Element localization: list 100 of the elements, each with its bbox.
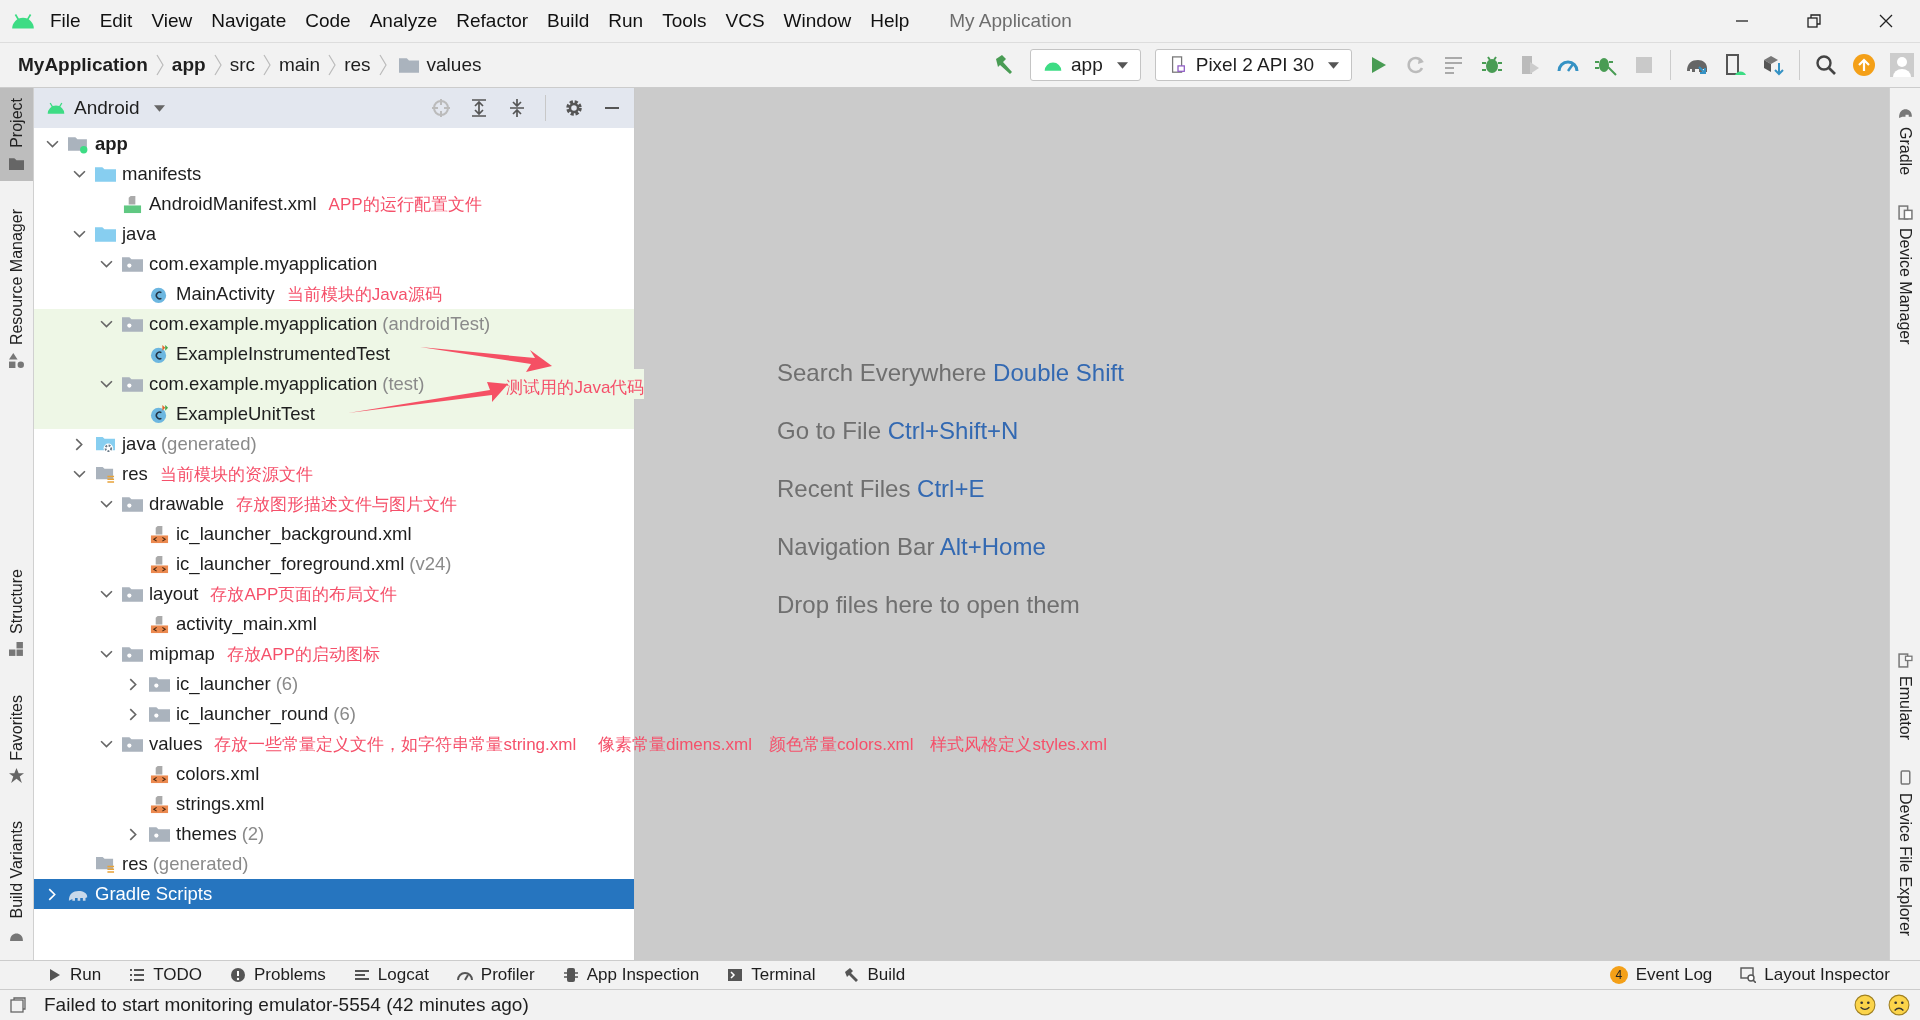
tree-item[interactable]: activity_main.xml (34, 609, 634, 639)
tree-item-label: MainActivity (176, 283, 275, 305)
view-dropdown[interactable]: Android (34, 97, 165, 119)
chevron-right-icon[interactable] (46, 887, 59, 901)
tree-item[interactable]: layout 存放APP页面的布局文件 (34, 579, 634, 609)
collapse-all-icon[interactable] (507, 98, 527, 118)
tree-item[interactable]: manifests (34, 159, 634, 189)
tool-window-tab[interactable]: Device File Explorer (1890, 763, 1920, 942)
chevron-right-icon[interactable] (127, 677, 140, 691)
menu-item[interactable]: View (151, 10, 193, 32)
inspection-icon (562, 967, 579, 983)
tree-item[interactable]: Gradle Scripts (34, 879, 634, 909)
tree-item[interactable]: res 当前模块的资源文件 (34, 459, 634, 489)
tree-item[interactable]: ic_launcher_background.xml (34, 519, 634, 549)
breadcrumb-item[interactable]: res (344, 54, 371, 76)
tree-item[interactable]: MainActivity 当前模块的Java源码 (34, 279, 634, 309)
tool-window-tab[interactable]: Favorites (0, 684, 33, 794)
tool-window-tab[interactable]: Gradle (1890, 98, 1920, 182)
tree-item[interactable]: drawable 存放图形描述文件与图片文件 (34, 489, 634, 519)
tool-window-button[interactable]: Problems (230, 965, 326, 985)
menu-item[interactable]: Window (783, 10, 852, 32)
panel-toggle-icon[interactable] (10, 997, 26, 1013)
tree-item[interactable]: ic_launcher_foreground.xml (v24) (34, 549, 634, 579)
run-configuration-dropdown[interactable]: app (1030, 49, 1141, 81)
tool-window-button[interactable]: Profiler (456, 965, 535, 985)
breadcrumb-item[interactable]: app (171, 54, 206, 76)
tool-window-tab[interactable]: Build Variants (0, 811, 33, 952)
tree-item[interactable]: AndroidManifest.xml APP的运行配置文件 (34, 189, 634, 219)
tree-item[interactable]: themes (2) (34, 819, 634, 849)
tree-item-label: manifests (122, 163, 202, 185)
layout-inspector-icon (1740, 967, 1757, 983)
device-dropdown[interactable]: Pixel 2 API 30 (1154, 49, 1352, 81)
resource-folder-icon (95, 464, 116, 484)
tree-item[interactable]: com.example.myapplication (34, 249, 634, 279)
menu-item[interactable]: Navigate (211, 10, 287, 32)
menu-item[interactable]: Build (547, 10, 590, 32)
breadcrumb-item[interactable]: main (278, 54, 321, 76)
package-folder-icon (122, 494, 143, 514)
settings-icon[interactable] (564, 98, 584, 118)
chevron-right-icon[interactable] (127, 707, 140, 721)
build-icon (843, 967, 860, 983)
menu-item[interactable]: Tools (662, 10, 707, 32)
breadcrumb-item[interactable]: MyApplication (18, 54, 148, 76)
menu-item[interactable]: Code (305, 10, 351, 32)
menu-item[interactable]: Analyze (369, 10, 438, 32)
tool-window-button[interactable]: Layout Inspector (1740, 965, 1890, 985)
package-folder-icon (122, 584, 143, 604)
tree-item[interactable]: java (generated) (34, 429, 634, 459)
tool-window-button[interactable]: App Inspection (562, 965, 700, 985)
sad-face-icon[interactable] (1888, 994, 1910, 1016)
phone-android-icon[interactable] (1723, 53, 1747, 77)
tree-item[interactable]: values 存放一些常量定义文件，如字符串常量string.xml 像素常量dimens.xml 颜色常量colors.xml 样式风格定义styles.xml (34, 729, 1108, 759)
menu-item[interactable]: Edit (99, 10, 133, 32)
menu-item[interactable]: Run (608, 10, 644, 32)
tool-window-button[interactable]: Terminal (727, 965, 816, 985)
tree-item-label: ExampleInstrumentedTest (176, 343, 390, 365)
expand-all-icon[interactable] (469, 98, 489, 118)
menu-item[interactable]: File (50, 10, 81, 32)
android-icon (46, 101, 66, 115)
close-icon[interactable] (1878, 13, 1894, 29)
annotation-text: 存放APP页面的布局文件 (210, 583, 398, 606)
annotation-text: 存放一些常量定义文件，如字符串常量string.xml 像素常量dimens.xml 颜色常量colors.xml 样式风格定义styles.xml (214, 733, 1108, 756)
tree-item-label: ic_launcher_round (176, 703, 329, 725)
tree-item[interactable]: ic_launcher (6) (34, 669, 634, 699)
chevron-right-icon[interactable] (73, 437, 86, 451)
tree-item[interactable]: com.example.myapplication (test) 测试用的Java代码 (34, 369, 645, 399)
breadcrumb-item[interactable]: values (426, 54, 482, 76)
tree-item[interactable]: java (34, 219, 634, 249)
menu-item[interactable]: Refactor (456, 10, 529, 32)
menu-item[interactable]: VCS (725, 10, 765, 32)
tree-item[interactable]: colors.xml (34, 759, 634, 789)
tree-item[interactable]: com.example.myapplication (androidTest) (34, 309, 634, 339)
tree-item[interactable]: res (generated) (34, 849, 634, 879)
tool-window-button[interactable]: Build (843, 965, 906, 985)
tool-window-button[interactable]: Run (46, 965, 102, 985)
tool-window-tab[interactable]: Resource Manager (0, 198, 33, 378)
xml-file-icon (149, 764, 170, 784)
breadcrumb-item[interactable]: src (229, 54, 255, 76)
restore-icon[interactable] (1806, 13, 1822, 29)
chevron-right-icon[interactable] (127, 827, 140, 841)
caret-icon (1116, 61, 1128, 69)
box-download-icon[interactable] (1761, 53, 1785, 77)
tree-item[interactable]: ExampleInstrumentedTest (34, 339, 634, 369)
tree-item[interactable]: ic_launcher_round (6) (34, 699, 634, 729)
tree-item[interactable]: app (34, 129, 634, 159)
tree-item[interactable]: ExampleUnitTest (34, 399, 634, 429)
search-icon[interactable] (1814, 53, 1838, 77)
smiley-face-icon[interactable] (1854, 994, 1876, 1016)
tool-window-tab[interactable]: Structure (0, 558, 33, 667)
tree-item-label: AndroidManifest.xml (149, 193, 317, 215)
tool-window-button[interactable]: 4 Event Log (1609, 965, 1713, 985)
menu-item[interactable]: Help (870, 10, 910, 32)
tool-window-button[interactable]: Logcat (353, 965, 429, 985)
package-folder-icon (149, 674, 170, 694)
tool-window-tab[interactable]: Emulator (1890, 646, 1920, 746)
tool-window-button[interactable]: TODO (129, 965, 202, 985)
tree-item[interactable]: strings.xml (34, 789, 634, 819)
tool-window-tab[interactable]: Project (0, 88, 33, 181)
tree-item[interactable]: mipmap 存放APP的启动图标 (34, 639, 634, 669)
tool-window-tab[interactable]: Device Manager (1890, 199, 1920, 351)
